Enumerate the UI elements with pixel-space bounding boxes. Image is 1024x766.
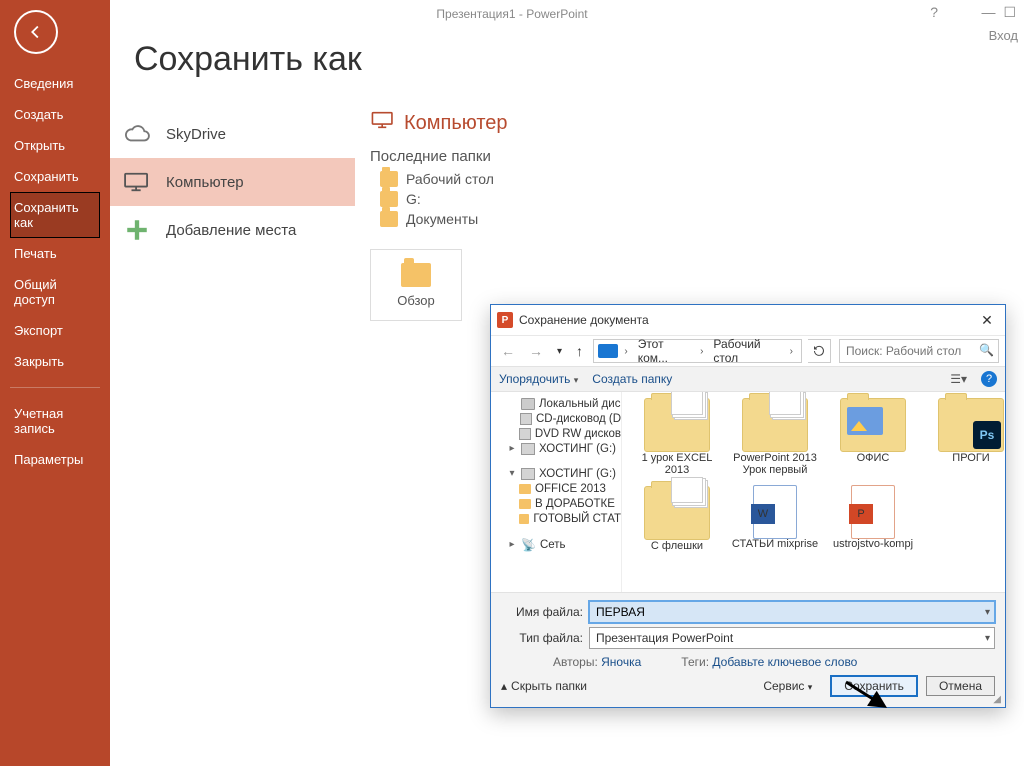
nav-print[interactable]: Печать [10,238,100,269]
save-dialog: P Сохранение документа ✕ ← → ▾ ↑ › Этот … [490,304,1004,712]
chevron-up-icon: ▴ [501,679,507,693]
dialog-titlebar: P Сохранение документа ✕ [491,305,1005,336]
cloud-icon [122,122,152,146]
tags-group: Теги: Добавьте ключевое слово [681,655,857,669]
sidebar-nav: Сведения Создать Открыть Сохранить Сохра… [0,68,110,475]
filetype-field[interactable]: Презентация PowerPoint ▾ [589,627,995,649]
folder-icon [380,211,398,227]
filename-input[interactable] [594,604,981,620]
browse-button[interactable]: Обзор [370,249,462,321]
app-root: Презентация1 - PowerPoint ? — ☐ Вход Све… [0,0,1024,766]
recent-folder[interactable]: Рабочий стол [380,171,1024,187]
new-folder-button[interactable]: Создать папку [592,372,672,386]
chevron-down-icon[interactable]: ▾ [985,607,990,618]
nav-account[interactable]: Учетная запись [10,398,100,444]
dialog-toolbar: Упорядочить ▾ Создать папку ☰▾ ? [491,366,1005,392]
folder-icon [380,171,398,187]
folder-open-icon [401,263,431,287]
monitor-icon [370,110,396,136]
nav-back-button[interactable]: ← [497,341,519,361]
dialog-title: Сохранение документа [519,313,649,327]
place-add[interactable]: Добавление места [110,206,355,254]
nav-recent-button[interactable]: ▾ [553,344,566,359]
back-button[interactable] [14,10,58,54]
nav-info[interactable]: Сведения [10,68,100,99]
organize-button[interactable]: Упорядочить ▾ [499,372,578,386]
place-label: Компьютер [166,174,244,191]
chevron-down-icon[interactable]: ▾ [985,633,990,644]
filename-label: Имя файла: [501,605,583,619]
dialog-nav: ← → ▾ ↑ › Этот ком... › Рабочий стол › [491,336,1005,366]
file-pane[interactable]: 1 урок EXCEL 2013 PowerPoint 2013 Урок п… [622,392,1005,592]
filename-field[interactable]: ▾ [589,601,995,623]
nav-new[interactable]: Создать [10,99,100,130]
close-button[interactable]: ✕ [975,312,999,329]
place-label: SkyDrive [166,126,226,143]
breadcrumb[interactable]: › Этот ком... › Рабочий стол › [593,339,802,363]
cancel-button[interactable]: Отмена [926,676,995,696]
page-title: Сохранить как [134,40,1004,79]
right-column: Компьютер Последние папки Рабочий стол G… [370,110,1024,321]
tags-link[interactable]: Добавьте ключевое слово [712,655,857,669]
folder-icon [380,191,398,207]
place-skydrive[interactable]: SkyDrive [110,110,355,158]
authors-group: Авторы: Яночка [553,655,641,669]
search-box[interactable]: 🔍 [839,339,999,363]
window-controls: — ☐ [981,4,1016,21]
nav-open[interactable]: Открыть [10,130,100,161]
nav-options[interactable]: Параметры [10,444,100,475]
nav-save-as[interactable]: Сохранить как [10,192,100,238]
nav-save[interactable]: Сохранить [10,161,100,192]
file-item[interactable]: WСТАТЬИ mixprise [730,486,820,552]
tools-button[interactable]: Сервис ▾ [753,677,822,695]
place-label: Добавление места [166,222,296,239]
hide-folders-button[interactable]: ▴Скрыть папки [501,679,587,693]
pc-icon [598,344,618,358]
file-item[interactable]: С флешки [632,486,722,552]
minimize-button[interactable]: — [981,4,995,21]
sidebar-divider [10,387,100,388]
file-item[interactable]: 1 урок EXCEL 2013 [632,398,722,476]
recent-folder[interactable]: Документы [380,211,1024,227]
place-computer[interactable]: Компьютер [110,158,355,206]
monitor-icon [122,170,152,194]
help-icon[interactable]: ? [981,371,997,387]
dialog-body: Локальный дис CD-дисковод (D DVD RW диск… [491,392,1005,592]
save-button[interactable]: Сохранить [830,675,918,697]
refresh-button[interactable] [808,339,831,363]
help-icon[interactable]: ? [930,4,938,20]
nav-up-button[interactable]: ↑ [572,341,587,361]
dialog-footer: Имя файла: ▾ Тип файла: Презентация Powe… [491,592,1005,707]
restore-button[interactable]: ☐ [1003,4,1016,21]
nav-forward-button: → [525,341,547,361]
window-title: Презентация1 - PowerPoint [436,7,587,21]
plus-icon [122,218,152,242]
nav-share[interactable]: Общий доступ [10,269,100,315]
right-heading: Компьютер [370,110,1024,136]
file-item[interactable]: Pustrojstvo-kompj [828,486,918,552]
nav-export[interactable]: Экспорт [10,315,100,346]
search-icon[interactable]: 🔍 [979,343,994,357]
view-button[interactable]: ☰▾ [950,372,967,386]
file-item[interactable]: PsПРОГИ [926,398,1005,476]
nav-tree[interactable]: Локальный дис CD-дисковод (D DVD RW диск… [491,392,622,592]
titlebar: Презентация1 - PowerPoint ? — ☐ [0,0,1024,28]
authors-link[interactable]: Яночка [601,655,641,669]
powerpoint-icon: P [497,312,513,328]
filetype-label: Тип файла: [501,631,583,645]
recent-label: Последние папки [370,148,1024,165]
backstage-sidebar: Сведения Создать Открыть Сохранить Сохра… [0,0,110,766]
search-input[interactable] [844,343,994,359]
file-item[interactable]: ОФИС [828,398,918,476]
nav-close[interactable]: Закрыть [10,346,100,377]
resize-grip[interactable]: ◢ [993,694,1001,705]
file-item[interactable]: PowerPoint 2013 Урок первый [730,398,820,476]
places-column: SkyDrive Компьютер Добавление места [110,110,355,254]
recent-folder[interactable]: G: [380,191,1024,207]
